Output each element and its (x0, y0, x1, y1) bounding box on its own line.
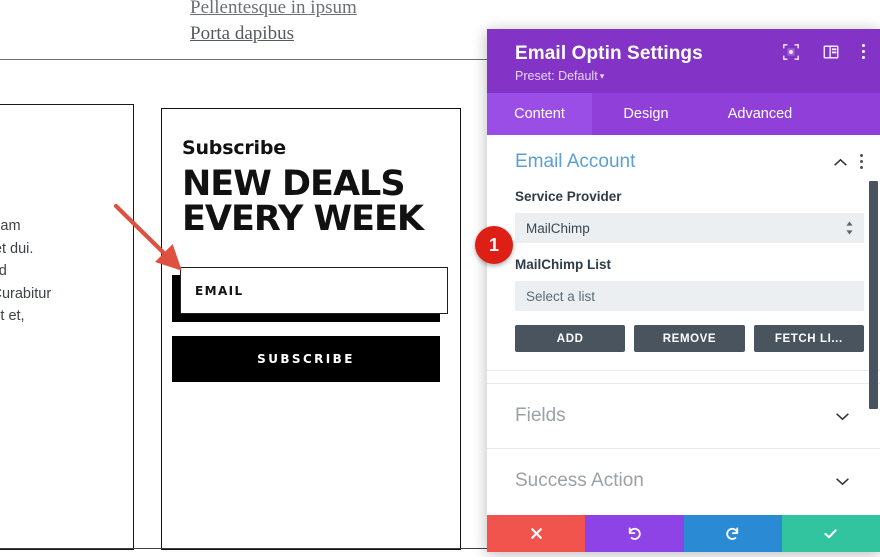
section-success-action-header[interactable]: Success Action (487, 449, 880, 513)
chevron-up-icon[interactable] (833, 158, 848, 167)
modal-body: Email Account Service Provider MailChimp (487, 135, 880, 515)
undo-button[interactable] (585, 515, 684, 552)
spinner-arrows-icon (846, 221, 853, 235)
cancel-button[interactable] (487, 515, 586, 552)
section-email-account-title: Email Account (515, 151, 636, 172)
tab-design[interactable]: Design (592, 93, 700, 135)
chevron-down-icon[interactable] (835, 477, 850, 486)
redo-icon (726, 527, 739, 540)
email-input[interactable]: EMAIL (180, 267, 448, 314)
section-email-account: Email Account Service Provider MailChimp (487, 135, 880, 371)
section-spacer (487, 371, 880, 384)
tab-content[interactable]: Content (487, 93, 592, 135)
top-link-pellentesque[interactable]: Pellentesque in ipsum (190, 0, 490, 21)
section-email-account-content: Service Provider MailChimp MailChimp Lis… (487, 189, 880, 370)
optin-eyebrow: Subscribe (182, 137, 286, 159)
optin-headline: NEW DEALS EVERY WEEK (182, 164, 424, 239)
modal-header-actions (782, 43, 866, 61)
list-action-buttons: ADD REMOVE FETCH LI... (515, 325, 864, 352)
kebab-menu-icon[interactable] (862, 44, 866, 60)
step-number-badge: 1 (475, 226, 513, 264)
layout-columns-icon[interactable] (822, 43, 840, 61)
section-fields-title: Fields (515, 405, 566, 426)
section-kebab-menu-icon[interactable] (860, 154, 864, 170)
undo-icon (628, 527, 641, 540)
tab-advanced[interactable]: Advanced (700, 93, 820, 135)
subscribe-button[interactable]: SUBSCRIBE (172, 336, 440, 382)
mailchimp-list-label: MailChimp List (515, 257, 612, 272)
close-icon (530, 528, 542, 539)
add-button[interactable]: ADD (515, 325, 626, 352)
service-provider-select[interactable]: MailChimp (515, 213, 864, 243)
section-fields-header[interactable]: Fields (487, 384, 880, 449)
focus-target-icon[interactable] (782, 43, 800, 61)
email-field-stack: EMAIL (172, 267, 448, 322)
service-provider-label: Service Provider (515, 189, 622, 204)
top-link-list: Pellentesque in ipsum Porta dapibus (190, 0, 490, 47)
preset-label: Preset: Default (515, 69, 598, 83)
email-optin-module[interactable]: Subscribe NEW DEALS EVERY WEEK (161, 108, 461, 550)
remove-button[interactable]: REMOVE (634, 325, 745, 352)
modal-header: Email Optin Settings Preset: Default ▾ (487, 29, 880, 93)
email-optin-settings-modal[interactable]: Email Optin Settings Preset: Default ▾ Co… (487, 29, 880, 552)
section-success-action-title: Success Action (515, 470, 644, 491)
modal-vertical-scrollbar[interactable] (869, 181, 878, 409)
optin-text-block: Subscribe NEW DEALS EVERY WEEK (182, 137, 440, 237)
chevron-down-icon[interactable] (835, 412, 850, 421)
modal-tabbar: Content Design Advanced (487, 93, 880, 135)
top-link-porta-dapibus[interactable]: Porta dapibus (190, 21, 490, 47)
save-button[interactable] (781, 515, 880, 552)
modal-footer-actions (487, 515, 880, 552)
check-icon (824, 529, 837, 539)
mailchimp-list-select[interactable]: Select a list (515, 281, 864, 311)
section-email-account-header[interactable]: Email Account (487, 135, 880, 185)
left-column-body-copy: amet quam l sit amet dui. umsan id t sem… (0, 218, 52, 324)
fetch-lists-button[interactable]: FETCH LI... (753, 325, 864, 352)
service-provider-value: MailChimp (526, 220, 590, 236)
chevron-down-icon: ▾ (599, 71, 605, 81)
preset-selector[interactable]: Preset: Default ▾ (515, 69, 864, 83)
redo-button[interactable] (683, 515, 782, 552)
